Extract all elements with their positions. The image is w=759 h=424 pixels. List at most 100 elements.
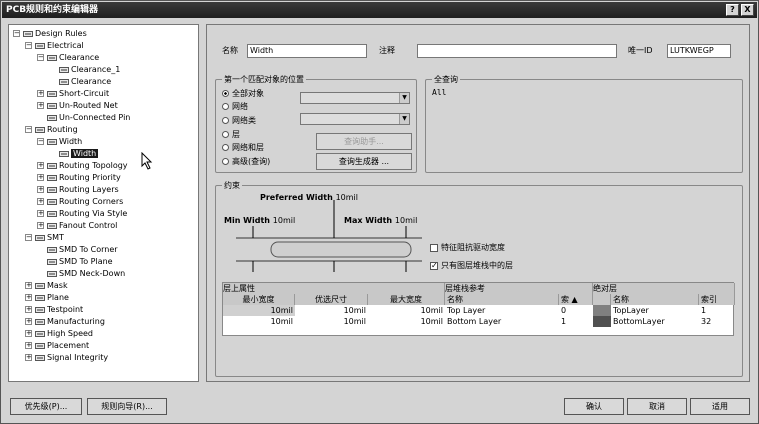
expand-icon[interactable]: + [37, 210, 44, 217]
col-stack-name[interactable]: 名称 [445, 294, 559, 305]
tree-item[interactable]: Placement [35, 340, 89, 352]
radio-net[interactable]: 网络 [222, 102, 248, 112]
tree-item[interactable]: Fanout Control [47, 220, 117, 232]
col-max-width[interactable]: 最大宽度 [368, 294, 445, 305]
layer-table[interactable]: 层上属性 层堆栈参考 绝对层 最小宽度 优选尺寸 最大宽度 名称 索 ▲ 名称 … [222, 282, 735, 336]
expand-icon[interactable]: + [37, 186, 44, 193]
tree-item[interactable]: High Speed [35, 328, 93, 340]
expand-icon[interactable]: + [37, 102, 44, 109]
expand-icon[interactable]: + [25, 306, 32, 313]
tree-item[interactable]: Clearance_1 [59, 64, 120, 76]
tree-item[interactable]: Short-Circuit [47, 88, 109, 100]
expand-icon[interactable]: + [37, 198, 44, 205]
table-cell[interactable]: TopLayer [611, 305, 699, 316]
priority-button[interactable]: 优先级(P)... [10, 398, 82, 415]
radio-net-and-layer[interactable]: 网络和层 [222, 143, 264, 153]
apply-button[interactable]: 适用 [690, 398, 750, 415]
collapse-icon[interactable]: − [25, 126, 32, 133]
radio-advanced[interactable]: 高级(查询) [222, 157, 270, 167]
collapse-icon[interactable]: − [13, 30, 20, 37]
radio-all[interactable]: 全部对象 [222, 89, 264, 99]
table-cell[interactable]: BottomLayer [611, 316, 699, 327]
tree-item[interactable]: Testpoint [35, 304, 83, 316]
tree-item[interactable]: Mask [35, 280, 68, 292]
col-min-width[interactable]: 最小宽度 [223, 294, 295, 305]
tree-item[interactable]: Routing Via Style [47, 208, 127, 220]
radio-netclass[interactable]: 网络类 [222, 116, 256, 126]
tree-item[interactable]: Routing Topology [47, 160, 128, 172]
table-cell[interactable]: 32 [699, 316, 735, 327]
expand-icon[interactable]: + [37, 222, 44, 229]
table-cell[interactable]: 0 [559, 305, 593, 316]
table-cell[interactable]: 10mil [368, 316, 445, 327]
preferred-width-value[interactable]: 10mil [336, 193, 358, 202]
comment-field[interactable] [417, 44, 617, 58]
netclass-select[interactable]: ▼ [300, 113, 410, 125]
expand-icon[interactable]: + [25, 354, 32, 361]
table-cell[interactable]: 10mil [295, 316, 368, 327]
expand-icon[interactable]: + [25, 318, 32, 325]
stack-only-checkbox[interactable]: ✓ 只有图层堆栈中的层 [430, 261, 513, 271]
table-cell[interactable]: 10mil [223, 316, 295, 327]
tree-item[interactable]: Manufacturing [35, 316, 105, 328]
query-builder-button[interactable]: 查询生成器 ... [316, 153, 412, 170]
collapse-icon[interactable]: − [37, 138, 44, 145]
rule-wizard-button[interactable]: 规则向导(R)... [87, 398, 167, 415]
name-field[interactable]: Width [247, 44, 367, 58]
col-abs-name[interactable]: 名称 [611, 294, 699, 305]
max-width-value[interactable]: 10mil [395, 216, 417, 225]
tree-item[interactable]: Electrical [35, 40, 84, 52]
table-cell[interactable]: 10mil [368, 305, 445, 316]
tree-item[interactable]: Un-Routed Net [47, 100, 118, 112]
tree-item[interactable]: Routing Priority [47, 172, 121, 184]
expand-icon[interactable]: + [37, 90, 44, 97]
layer-color-swatch[interactable] [593, 316, 611, 327]
tree-item[interactable]: Routing Layers [47, 184, 119, 196]
tree-item[interactable]: SMT [35, 232, 64, 244]
tree-item[interactable]: SMD To Plane [47, 256, 113, 268]
expand-icon[interactable]: + [25, 294, 32, 301]
expand-icon[interactable]: + [37, 174, 44, 181]
help-button[interactable]: ? [726, 4, 739, 16]
expand-icon[interactable]: + [25, 282, 32, 289]
table-cell[interactable]: Top Layer [445, 305, 559, 316]
close-button[interactable]: X [741, 4, 754, 16]
expand-icon[interactable]: + [37, 162, 44, 169]
collapse-icon[interactable]: − [25, 234, 32, 241]
table-cell[interactable]: 1 [559, 316, 593, 327]
tree-item[interactable]: SMD To Corner [47, 244, 118, 256]
cancel-button[interactable]: 取消 [627, 398, 687, 415]
tree-item[interactable]: Un-Connected Pin [47, 112, 130, 124]
collapse-icon[interactable]: − [25, 42, 32, 49]
tree-item[interactable]: Width [47, 136, 82, 148]
expand-icon[interactable]: + [25, 342, 32, 349]
rules-tree[interactable]: − Design Rules − Electrical − Clearance Cleara… [8, 24, 199, 382]
tree-item[interactable]: Signal Integrity [35, 352, 108, 364]
table-cell[interactable]: 1 [699, 305, 735, 316]
query-text[interactable]: All [432, 87, 446, 99]
tree-item[interactable]: Design Rules [23, 28, 87, 40]
query-helper-button[interactable]: 查询助手... [316, 133, 412, 150]
collapse-icon[interactable]: − [37, 54, 44, 61]
col-stack-index[interactable]: 索 ▲ [559, 294, 593, 305]
radio-layer[interactable]: 层 [222, 130, 240, 140]
layer-color-swatch[interactable] [593, 305, 611, 316]
tree-item[interactable]: Routing Corners [47, 196, 123, 208]
table-cell[interactable]: 10mil [295, 305, 368, 316]
col-pref-width[interactable]: 优选尺寸 [295, 294, 368, 305]
net-select[interactable]: ▼ [300, 92, 410, 104]
expand-icon[interactable]: + [25, 330, 32, 337]
col-abs-index[interactable]: 索引 [699, 294, 735, 305]
ok-button[interactable]: 确认 [564, 398, 624, 415]
tree-item[interactable]: Width [59, 148, 99, 160]
tree-item[interactable]: Clearance [59, 76, 111, 88]
table-cell[interactable]: Bottom Layer [445, 316, 559, 327]
tree-item[interactable]: SMD Neck-Down [47, 268, 125, 280]
tree-item[interactable]: Clearance [47, 52, 99, 64]
table-cell[interactable]: 10mil [223, 305, 295, 316]
impedance-checkbox[interactable]: 特征阻抗驱动宽度 [430, 243, 505, 253]
min-width-value[interactable]: 10mil [273, 216, 295, 225]
tree-item[interactable]: Routing [35, 124, 78, 136]
tree-item[interactable]: Plane [35, 292, 69, 304]
uid-field[interactable]: LUTKWEGP [667, 44, 731, 58]
